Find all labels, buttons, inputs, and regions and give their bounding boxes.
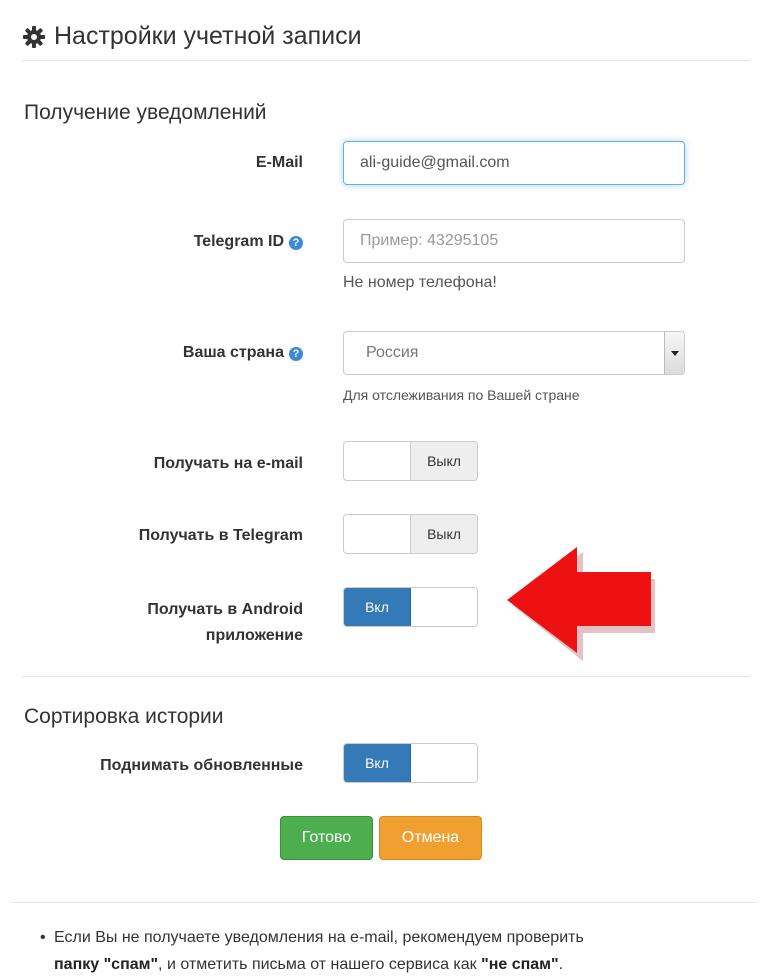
question-circle-icon[interactable]: ? [289, 347, 303, 361]
raise-updated-toggle[interactable]: Вкл [343, 743, 478, 783]
cancel-button[interactable]: Отмена [379, 816, 482, 860]
footer-divider [10, 902, 758, 903]
page-title: Настройки учетной записи [54, 22, 362, 50]
telegram-id-input[interactable] [343, 219, 685, 263]
receive-android-toggle[interactable]: Вкл [343, 587, 478, 627]
note-spam-folder: папку "спам" [54, 956, 159, 973]
receive-telegram-label: Получать в Telegram [138, 527, 303, 544]
receive-android-label-line2: приложение [205, 627, 303, 644]
bullet: • [40, 929, 46, 946]
telegram-label-text: Telegram ID [193, 233, 284, 250]
note-text-part1: Если Вы не получаете уведомления на e-ma… [54, 929, 584, 946]
select-arrow-button[interactable] [664, 332, 684, 374]
red-arrow-icon [507, 547, 655, 661]
question-circle-icon[interactable]: ? [289, 236, 303, 250]
email-label-text: E-Mail [255, 154, 303, 171]
country-select-value: Россия [366, 344, 419, 361]
save-button[interactable]: Готово [280, 816, 373, 860]
receive-android-label-line1: Получать в Android [147, 601, 303, 618]
email-label: E-Mail [256, 150, 303, 176]
header-divider [22, 60, 750, 61]
sorting-section-title: Сортировка истории [24, 705, 224, 728]
email-input[interactable] [343, 141, 685, 185]
raise-updated-label: Поднимать обновленные [100, 757, 303, 774]
country-label-text: Ваша страна [182, 344, 284, 361]
telegram-hint: Не номер телефона! [343, 274, 497, 291]
receive-telegram-toggle[interactable]: Выкл [343, 514, 478, 554]
receive-email-toggle[interactable]: Выкл [343, 441, 478, 481]
toggle-on-state[interactable]: Вкл [344, 588, 411, 626]
telegram-label: Telegram ID? [194, 229, 303, 255]
chevron-down-icon [671, 351, 679, 356]
country-hint: Для отслеживания по Вашей стране [343, 387, 580, 403]
section-divider [22, 676, 750, 677]
page-header: Настройки учетной записи [22, 22, 750, 51]
note-text-end: . [558, 956, 564, 973]
spam-note: • Если Вы не получаете уведомления на e-… [40, 924, 734, 978]
country-select[interactable]: Россия [343, 331, 685, 375]
notifications-section-title: Получение уведомлений [24, 101, 267, 124]
note-not-spam: "не спам" [481, 956, 559, 973]
toggle-off-state[interactable]: Выкл [410, 515, 477, 553]
receive-android-label: Получать в Android приложение [147, 597, 303, 649]
gear-icon [22, 25, 46, 49]
receive-email-label: Получать на e-mail [153, 455, 303, 472]
toggle-on-state[interactable]: Вкл [344, 744, 411, 782]
toggle-off-state[interactable]: Выкл [410, 442, 477, 480]
country-label: Ваша страна? [183, 340, 303, 366]
note-text-part2: , и отметить письма от нашего сервиса ка… [158, 956, 482, 973]
